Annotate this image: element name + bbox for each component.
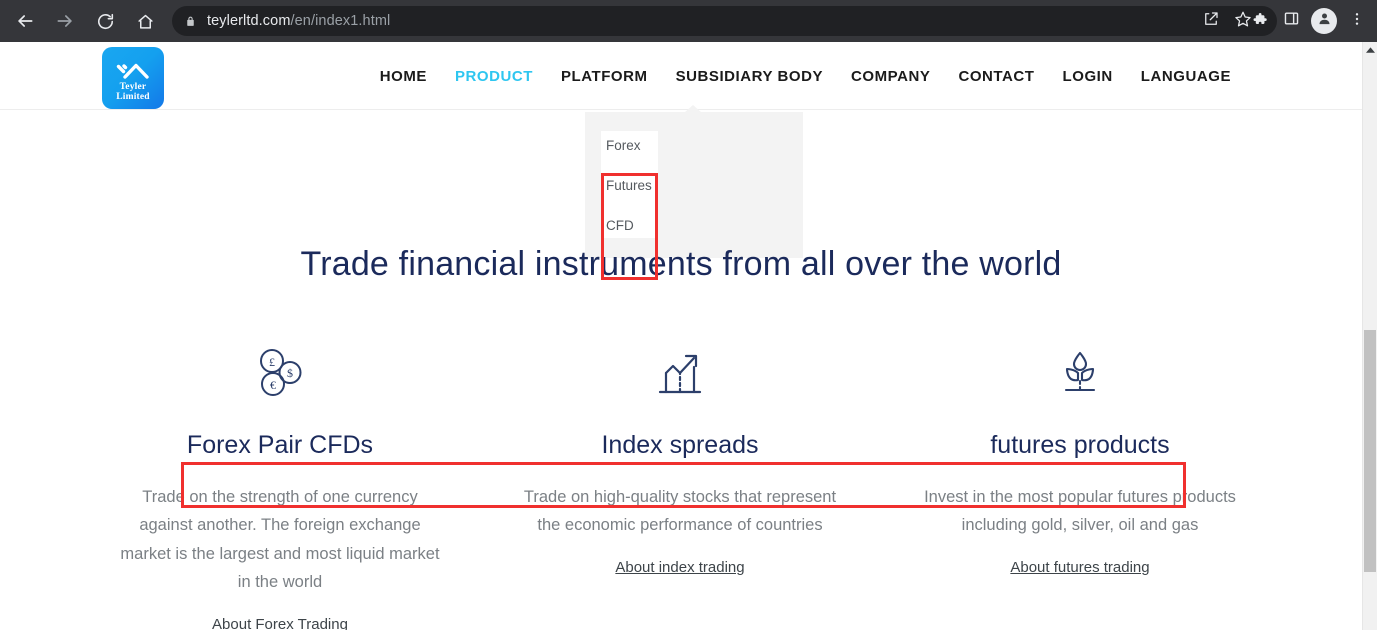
site-header: Teyler Limited HOME PRODUCT PLATFORM SUB…: [0, 42, 1362, 110]
site-logo[interactable]: Teyler Limited: [102, 47, 164, 109]
feature-description-futures: Invest in the most popular futures produ…: [924, 488, 1236, 535]
chrome-menu-button[interactable]: [1341, 5, 1373, 37]
forward-arrow-icon: [55, 11, 75, 31]
feature-column-index: Index spreads Trade on high-quality stoc…: [480, 342, 880, 630]
home-icon: [136, 12, 155, 31]
nav-item-login[interactable]: LOGIN: [1049, 68, 1127, 85]
hero-heading: Trade financial instruments from all ove…: [300, 245, 1062, 283]
svg-text:€: €: [270, 378, 276, 392]
nav-item-home[interactable]: HOME: [366, 68, 441, 85]
chart-growth-icon: [655, 342, 705, 402]
nav-item-platform[interactable]: PLATFORM: [547, 68, 662, 85]
share-icon: [1202, 10, 1220, 33]
three-dot-menu-icon: [1349, 11, 1365, 32]
feature-link-index[interactable]: About index trading: [615, 559, 744, 576]
feature-description-index: Trade on high-quality stocks that repres…: [523, 488, 837, 535]
feature-column-futures: futures products Invest in the most popu…: [880, 342, 1280, 630]
feature-link-forex[interactable]: About Forex Trading: [212, 616, 348, 630]
logo-text: Teyler Limited: [116, 82, 150, 102]
nav-item-contact[interactable]: CONTACT: [944, 68, 1048, 85]
feature-column-forex: £ $ € Forex Pair CFDs Trade on the stren…: [80, 342, 480, 630]
page-scrollbar[interactable]: [1362, 42, 1377, 630]
side-panel-icon: [1283, 10, 1300, 32]
reload-icon: [96, 12, 115, 31]
lock-icon: [184, 15, 197, 28]
profile-avatar[interactable]: [1311, 8, 1337, 34]
url-path: /en/index1.html: [290, 13, 391, 29]
svg-text:£: £: [269, 355, 275, 369]
share-button[interactable]: [1195, 5, 1227, 37]
scrollbar-thumb[interactable]: [1364, 330, 1376, 572]
scroll-up-arrow-icon[interactable]: [1363, 42, 1377, 58]
dropdown-item-forex[interactable]: Forex: [606, 139, 641, 153]
puzzle-icon: [1250, 10, 1268, 33]
chrome-toolbar-actions: [1243, 0, 1373, 42]
url-text: teylerltd.com/en/index1.html: [207, 13, 390, 29]
feature-title-forex: Forex Pair CFDs: [186, 431, 374, 459]
page-viewport: Teyler Limited HOME PRODUCT PLATFORM SUB…: [0, 42, 1362, 630]
back-arrow-icon: [15, 11, 35, 31]
dropdown-item-futures[interactable]: Futures: [606, 179, 652, 193]
main-navigation: HOME PRODUCT PLATFORM SUBSIDIARY BODY CO…: [366, 42, 1245, 110]
product-dropdown-menu: Forex Futures CFD: [585, 105, 803, 258]
person-icon: [1317, 11, 1332, 31]
feature-columns: £ $ € Forex Pair CFDs Trade on the stren…: [80, 342, 1280, 630]
dropdown-item-cfd[interactable]: CFD: [606, 219, 634, 233]
dropdown-pointer-triangle: [685, 105, 701, 112]
coins-icon: £ $ €: [253, 342, 307, 402]
nav-item-product[interactable]: PRODUCT: [441, 68, 547, 85]
feature-title-index: Index spreads: [601, 431, 759, 459]
feature-link-futures[interactable]: About futures trading: [1010, 559, 1149, 576]
reload-button[interactable]: [88, 4, 122, 38]
dropdown-item-list: Forex Futures CFD: [601, 131, 658, 238]
forward-button[interactable]: [48, 4, 82, 38]
feature-description-forex: Trade on the strength of one currency ag…: [120, 488, 440, 592]
nav-item-company[interactable]: COMPANY: [837, 68, 944, 85]
feature-title-futures: futures products: [990, 431, 1170, 459]
svg-text:$: $: [287, 366, 293, 380]
address-bar[interactable]: teylerltd.com/en/index1.html: [172, 6, 1277, 36]
nav-item-subsidiary-body[interactable]: SUBSIDIARY BODY: [662, 68, 837, 85]
side-panel-button[interactable]: [1275, 5, 1307, 37]
extensions-button[interactable]: [1243, 5, 1275, 37]
commodity-sprout-icon: [1056, 342, 1104, 402]
url-host: teylerltd.com: [207, 13, 291, 29]
browser-chrome: teylerltd.com/en/index1.html: [0, 0, 1377, 42]
back-button[interactable]: [8, 4, 42, 38]
nav-item-language[interactable]: LANGUAGE: [1127, 68, 1245, 85]
home-button[interactable]: [128, 4, 162, 38]
